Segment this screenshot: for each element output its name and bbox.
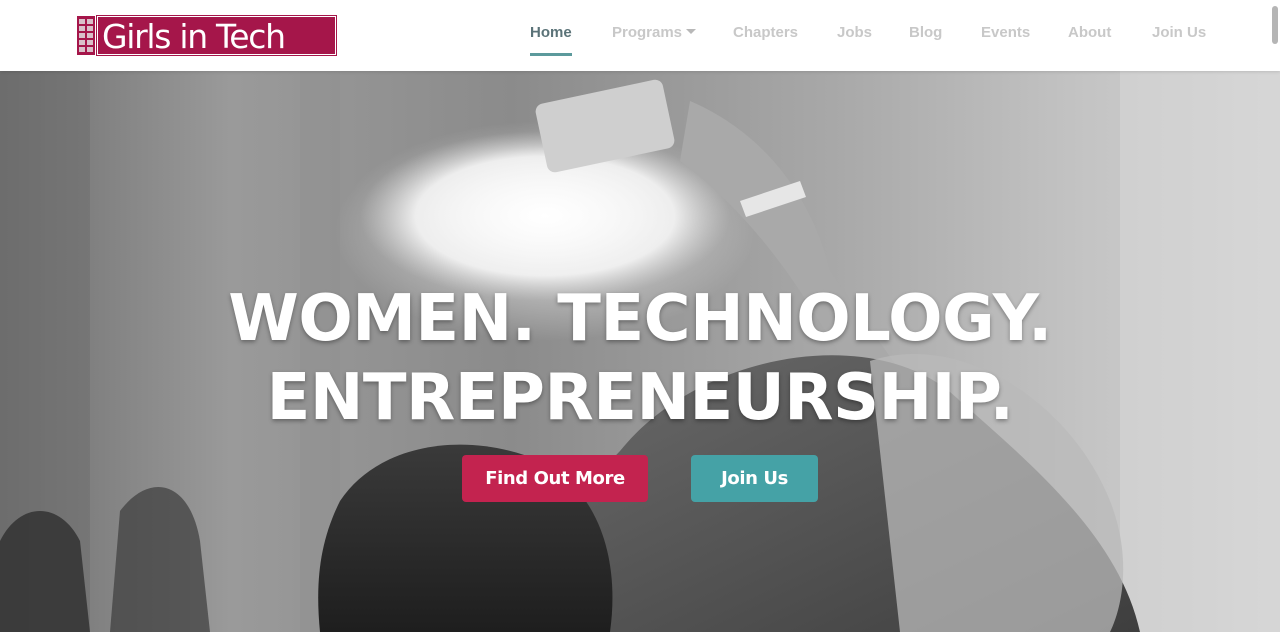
hero-title-line-1: WOMEN. TECHNOLOGY.: [228, 282, 1052, 356]
hero-title-line-2: ENTREPRENEURSHIP.: [266, 361, 1014, 435]
nav-blog-label: Blog: [909, 24, 943, 41]
nav-about-label: About: [1068, 24, 1112, 41]
nav-home[interactable]: Home: [530, 24, 572, 56]
nav-about[interactable]: About: [1068, 24, 1111, 46]
logo-grid-icon: [77, 16, 95, 55]
girls-in-tech-logo[interactable]: Girls in Tech: [77, 15, 337, 56]
nav-home-label: Home: [530, 24, 572, 41]
scrollbar-thumb[interactable]: [1272, 6, 1278, 44]
logo-text: Girls in Tech: [96, 15, 337, 56]
nav-blog[interactable]: Blog: [909, 24, 942, 46]
find-out-more-button[interactable]: Find Out More: [462, 455, 648, 502]
caret-down-icon: [686, 29, 697, 34]
nav-join-us[interactable]: Join Us: [1152, 24, 1206, 46]
join-us-button[interactable]: Join Us: [691, 455, 818, 502]
site-header: Girls in Tech Home Programs Chapters Job…: [0, 0, 1280, 71]
nav-chapters-label: Chapters: [733, 24, 799, 41]
nav-join-us-label: Join Us: [1152, 24, 1207, 41]
nav-jobs[interactable]: Jobs: [837, 24, 872, 46]
nav-programs[interactable]: Programs: [612, 24, 697, 46]
hero-section: WOMEN. TECHNOLOGY. ENTREPRENEURSHIP. Fin…: [0, 71, 1280, 632]
nav-events-label: Events: [981, 24, 1031, 41]
nav-events[interactable]: Events: [981, 24, 1030, 46]
nav-chapters[interactable]: Chapters: [733, 24, 798, 46]
nav-programs-label: Programs: [612, 24, 683, 41]
nav-jobs-label: Jobs: [837, 24, 873, 41]
